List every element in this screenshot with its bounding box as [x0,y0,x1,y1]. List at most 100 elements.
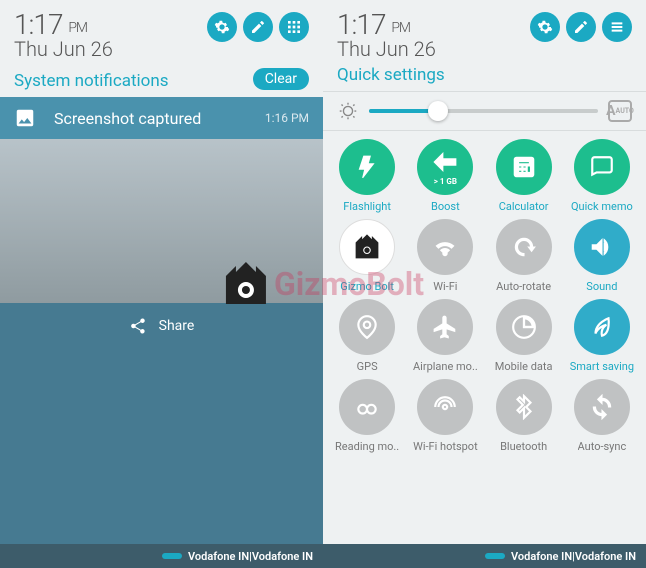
share-icon [129,317,147,335]
notifications-toggle-button[interactable] [602,12,632,42]
tile-circle [339,139,395,195]
clock-date: Thu Jun 26 [337,37,436,61]
tile-circle [496,299,552,355]
tile-label: Reading mo.. [335,440,399,453]
quick-settings-panel: 1:17 PM Thu Jun 26 Quick settings AAUTO … [323,0,646,568]
tile-gps[interactable]: GPS [329,299,405,373]
gps-icon [354,314,380,340]
section-title: System notifications [14,71,169,91]
settings-button[interactable] [207,12,237,42]
tile-label: Auto-sync [578,440,627,453]
calc-icon [511,154,537,180]
signal-icon [162,553,182,559]
tile-sync[interactable]: Auto-sync [564,379,640,453]
edit-icon [573,19,589,35]
tile-circle [574,139,630,195]
sync-icon [589,394,615,420]
edit-icon [250,19,266,35]
tile-circle [339,379,395,435]
tile-circle [496,139,552,195]
tile-glasses[interactable]: Reading mo.. [329,379,405,453]
tile-label: Auto-rotate [496,280,551,293]
share-button[interactable]: Share [0,303,323,349]
tile-label: Boost [431,200,460,213]
tile-flash[interactable]: Flashlight [329,139,405,213]
tile-boost[interactable]: > 1 GB Boost [407,139,483,213]
carrier-label: Vodafone IN|Vodafone IN [511,550,636,563]
brightness-slider[interactable] [369,109,598,113]
quick-settings-header: 1:17 PM Thu Jun 26 Quick settings [323,0,646,91]
tile-hotspot[interactable]: Wi-Fi hotspot [407,379,483,453]
gizmo-icon [354,234,380,260]
boost-icon [432,149,458,175]
brightness-slider-row: AAUTO [323,91,646,131]
tile-label: Bluetooth [500,440,547,453]
bt-icon [511,394,537,420]
tile-circle [574,219,630,275]
edit-button[interactable] [566,12,596,42]
tile-calc[interactable]: Calculator [486,139,562,213]
grid-icon [286,19,302,35]
signal-icon [485,553,505,559]
screenshot-preview[interactable] [0,139,323,303]
tile-circle [574,299,630,355]
notification-item[interactable]: Screenshot captured 1:16 PM [0,97,323,139]
tile-circle [339,219,395,275]
memo-icon [589,154,615,180]
auto-brightness-toggle[interactable]: AAUTO [608,100,632,122]
tile-label: GPS [357,360,378,373]
notifications-header: 1:17 PM Thu Jun 26 System notifications … [0,0,323,97]
flash-icon [354,154,380,180]
tile-label: Calculator [499,200,549,213]
clock-date: Thu Jun 26 [14,37,113,61]
tile-label: Flashlight [343,200,391,213]
hotspot-icon [432,394,458,420]
settings-button[interactable] [530,12,560,42]
status-bar: Vodafone IN|Vodafone IN [323,544,646,568]
leaf-icon [589,314,615,340]
carrier-label: Vodafone IN|Vodafone IN [188,550,313,563]
tile-memo[interactable]: Quick memo [564,139,640,213]
tile-circle [496,379,552,435]
tile-label: Sound [586,280,617,293]
section-title: Quick settings [337,65,632,85]
brightness-icon [337,100,359,122]
edit-button[interactable] [243,12,273,42]
gear-icon [214,19,230,35]
notification-timestamp: 1:16 PM [265,111,309,125]
share-label: Share [159,318,195,334]
quicksettings-toggle-button[interactable] [279,12,309,42]
plane-icon [432,314,458,340]
notification-title: Screenshot captured [54,109,247,128]
tile-plane[interactable]: Airplane mo.. [407,299,483,373]
gear-icon [537,19,553,35]
sound-icon [589,234,615,260]
tile-leaf[interactable]: Smart saving [564,299,640,373]
tile-sound[interactable]: Sound [564,219,640,293]
tile-label: Mobile data [495,360,553,373]
tile-wifi[interactable]: Wi-Fi [407,219,483,293]
wifi-icon [432,234,458,260]
tile-gizmo[interactable]: Gizmo Bolt [329,219,405,293]
tile-circle [417,379,473,435]
glasses-icon [354,394,380,420]
clear-button[interactable]: Clear [253,68,309,90]
tile-circle [496,219,552,275]
panel-body [0,349,323,544]
tile-circle [417,299,473,355]
tile-data[interactable]: Mobile data [486,299,562,373]
brightness-thumb[interactable] [428,101,448,121]
tile-label: Quick memo [571,200,633,213]
tile-label: Smart saving [570,360,634,373]
lines-icon [609,19,625,35]
notifications-panel: 1:17 PM Thu Jun 26 System notifications … [0,0,323,568]
tile-label: Wi-Fi hotspot [413,440,478,453]
tile-circle [574,379,630,435]
tile-rotate[interactable]: Auto-rotate [486,219,562,293]
tiles-grid: Flashlight > 1 GB Boost Calculator Quick… [323,131,646,544]
tile-label: Gizmo Bolt [340,280,394,293]
tile-circle [417,219,473,275]
tile-label: Airplane mo.. [413,360,478,373]
rotate-icon [511,234,537,260]
tile-bt[interactable]: Bluetooth [486,379,562,453]
